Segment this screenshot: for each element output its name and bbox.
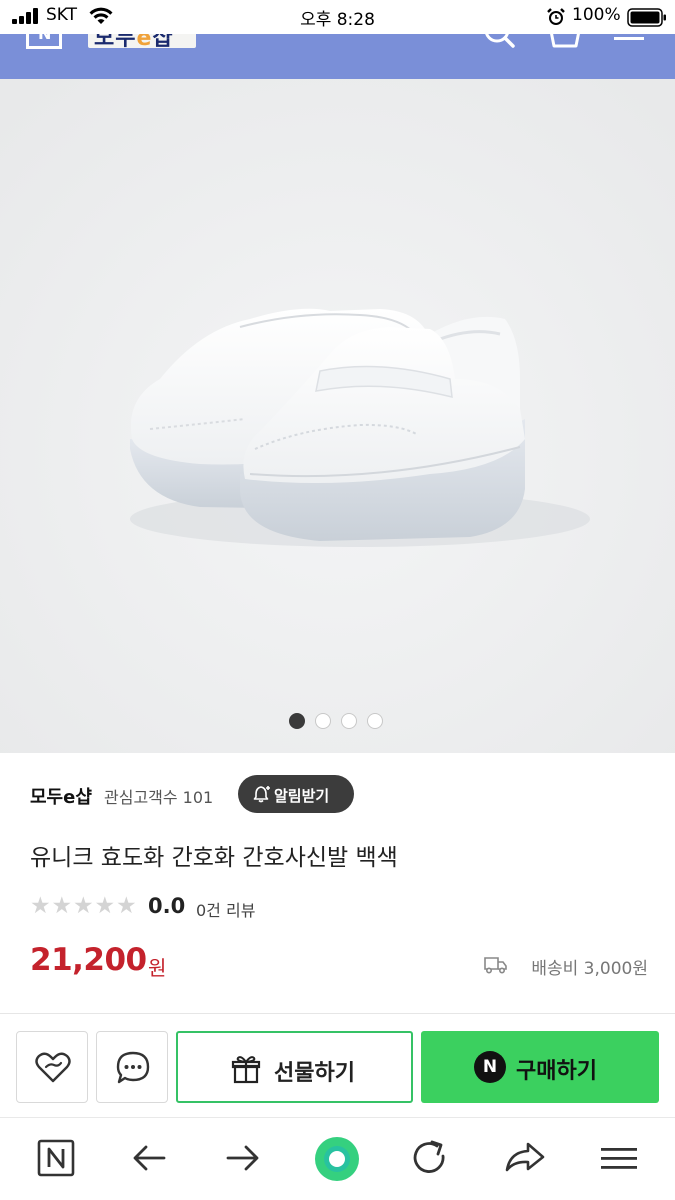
menu-icon[interactable]: [612, 34, 646, 48]
star-icon: ★: [116, 893, 137, 919]
alarm-button-label: 알림받기: [274, 787, 330, 805]
naver-pay-n-icon: N: [474, 1051, 506, 1083]
naver-home-icon[interactable]: [36, 1136, 84, 1184]
gift-button[interactable]: 선물하기: [176, 1031, 413, 1103]
forward-arrow-icon[interactable]: [222, 1136, 270, 1184]
carousel-dot-1[interactable]: [289, 713, 305, 729]
product-title: 유니크 효도화 간호화 간호사신발 백색: [30, 845, 398, 871]
like-button[interactable]: [16, 1031, 88, 1103]
rating-score: 0.0: [148, 894, 186, 918]
carousel-dot-3[interactable]: [341, 713, 357, 729]
delivery-truck-icon: [484, 957, 507, 974]
star-icon: ★: [30, 893, 51, 919]
heart-icon: [35, 1052, 71, 1083]
battery-icon: [627, 8, 666, 27]
star-rating: ★★★★★: [30, 894, 138, 918]
review-count[interactable]: 0건 리뷰: [196, 897, 255, 921]
gift-icon: [231, 1056, 261, 1084]
notification-subscribe-button[interactable]: 알림받기: [238, 775, 354, 813]
divider: [0, 1013, 675, 1014]
image-carousel-indicator[interactable]: [289, 713, 389, 729]
shoe-illustration: [0, 79, 675, 753]
search-icon[interactable]: [482, 34, 516, 52]
price-unit: 원: [148, 956, 167, 980]
followers-count: 관심고객수 101: [104, 788, 214, 807]
price: 21,200: [30, 942, 147, 978]
naver-n-icon[interactable]: N: [26, 34, 62, 49]
back-arrow-icon[interactable]: [128, 1136, 176, 1184]
gift-button-label: 선물하기: [274, 1061, 355, 1086]
buy-button-label: 구매하기: [516, 1059, 597, 1084]
store-info-row: 모두e샵 관심고객수 101 알림받기: [30, 775, 650, 815]
star-icon: ★: [73, 893, 94, 919]
star-icon: ★: [94, 893, 116, 919]
site-header: N 모두e샵: [0, 34, 675, 79]
share-icon[interactable]: [502, 1136, 550, 1184]
carousel-dot-2[interactable]: [315, 713, 331, 729]
talk-button[interactable]: [96, 1031, 168, 1103]
reload-icon[interactable]: [408, 1136, 456, 1184]
cart-icon[interactable]: [548, 34, 582, 50]
battery-percent: 100%: [572, 5, 621, 25]
price-row: 21,200 원 배송비 3,000원: [30, 940, 650, 984]
product-image[interactable]: [0, 79, 675, 753]
talk-bubble-icon: [116, 1051, 150, 1084]
green-dot-home-icon[interactable]: [312, 1136, 360, 1184]
carousel-dot-4[interactable]: [367, 713, 383, 729]
buy-button[interactable]: N 구매하기: [421, 1031, 659, 1103]
menu-icon[interactable]: [596, 1136, 644, 1184]
star-icon: ★: [51, 893, 73, 919]
status-bar: SKT 오후 8:28 100%: [0, 0, 675, 34]
browser-bottom-nav: [0, 1118, 675, 1200]
shipping-fee: 배송비 3,000원: [531, 959, 648, 979]
alarm-clock-icon: [547, 8, 565, 25]
store-logo[interactable]: 모두e샵: [88, 34, 196, 48]
purchase-action-bar: 선물하기 N 구매하기: [0, 1030, 675, 1104]
bell-plus-icon: [253, 786, 270, 803]
rating-row[interactable]: ★★★★★ 0.0 0건 리뷰: [30, 893, 430, 921]
store-name[interactable]: 모두e샵: [30, 783, 92, 809]
